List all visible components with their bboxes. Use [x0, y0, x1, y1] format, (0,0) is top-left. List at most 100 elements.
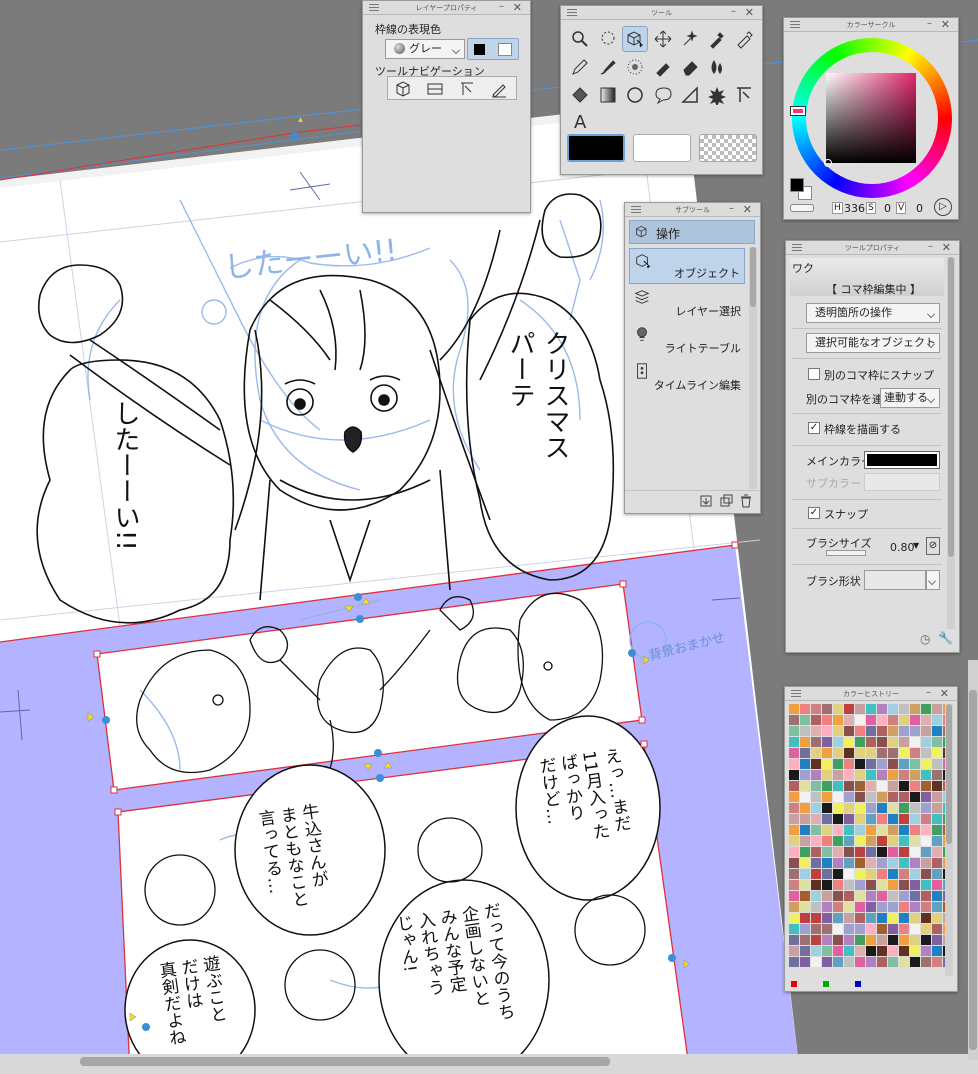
history-swatch[interactable]	[844, 814, 854, 824]
history-swatch[interactable]	[833, 869, 843, 879]
history-swatch[interactable]	[811, 957, 821, 967]
draw-frame-line-checkbox[interactable]: ✓	[808, 422, 820, 434]
fill-tool-icon[interactable]	[567, 82, 593, 108]
history-swatch[interactable]	[800, 946, 810, 956]
history-swatch[interactable]	[822, 935, 832, 945]
history-swatch[interactable]	[844, 803, 854, 813]
history-swatch[interactable]	[800, 836, 810, 846]
history-swatch[interactable]	[899, 770, 909, 780]
history-swatch[interactable]	[921, 924, 931, 934]
sub-color-swatch[interactable]	[633, 134, 691, 162]
history-swatch[interactable]	[932, 737, 942, 747]
pressure-toggle-icon[interactable]: ⊘	[926, 537, 940, 555]
history-swatch[interactable]	[855, 924, 865, 934]
close-icon[interactable]: ✕	[941, 18, 950, 31]
history-swatch[interactable]	[866, 825, 876, 835]
close-icon[interactable]: ✕	[743, 203, 752, 216]
history-swatch[interactable]	[888, 748, 898, 758]
black-color-chip[interactable]	[474, 44, 485, 55]
history-swatch[interactable]	[877, 836, 887, 846]
history-swatch[interactable]	[855, 781, 865, 791]
history-swatch[interactable]	[811, 913, 821, 923]
history-swatch[interactable]	[822, 836, 832, 846]
grip-icon[interactable]	[567, 9, 577, 16]
history-swatch[interactable]	[789, 726, 799, 736]
history-swatch[interactable]	[910, 891, 920, 901]
history-swatch[interactable]	[822, 891, 832, 901]
history-swatch[interactable]	[844, 913, 854, 923]
history-swatch[interactable]	[800, 913, 810, 923]
history-swatch[interactable]	[866, 814, 876, 824]
pen-tool-icon[interactable]	[731, 26, 757, 52]
white-color-chip[interactable]	[498, 43, 512, 56]
history-swatch[interactable]	[910, 946, 920, 956]
history-swatch[interactable]	[800, 847, 810, 857]
history-swatch[interactable]	[877, 781, 887, 791]
sub-tool-item-timeline[interactable]: タイムライン編集	[629, 359, 745, 395]
history-swatch[interactable]	[866, 770, 876, 780]
history-swatch[interactable]	[811, 715, 821, 725]
history-swatch[interactable]	[899, 814, 909, 824]
history-swatch[interactable]	[888, 902, 898, 912]
history-swatch[interactable]	[844, 770, 854, 780]
history-swatch[interactable]	[855, 715, 865, 725]
speed-line-tool-icon[interactable]	[704, 82, 730, 108]
history-swatch[interactable]	[877, 759, 887, 769]
pencil-tool-icon[interactable]	[567, 54, 593, 80]
history-swatch[interactable]	[800, 957, 810, 967]
history-swatch[interactable]	[822, 737, 832, 747]
history-swatch[interactable]	[800, 858, 810, 868]
history-swatch[interactable]	[866, 836, 876, 846]
history-swatch[interactable]	[844, 836, 854, 846]
history-swatch[interactable]	[888, 759, 898, 769]
history-swatch[interactable]	[921, 748, 931, 758]
history-swatch[interactable]	[899, 913, 909, 923]
history-swatch[interactable]	[844, 935, 854, 945]
history-swatch[interactable]	[811, 935, 821, 945]
history-swatch[interactable]	[789, 902, 799, 912]
history-swatch[interactable]	[866, 880, 876, 890]
history-swatch[interactable]	[833, 726, 843, 736]
history-swatch[interactable]	[899, 825, 909, 835]
history-swatch[interactable]	[899, 902, 909, 912]
history-swatch[interactable]	[789, 759, 799, 769]
history-swatch[interactable]	[877, 792, 887, 802]
history-swatch[interactable]	[866, 704, 876, 714]
history-swatch[interactable]	[888, 957, 898, 967]
history-swatch[interactable]	[888, 858, 898, 868]
history-swatch[interactable]	[899, 957, 909, 967]
history-swatch[interactable]	[833, 715, 843, 725]
history-swatch[interactable]	[822, 847, 832, 857]
history-swatch[interactable]	[877, 814, 887, 824]
history-swatch[interactable]	[822, 770, 832, 780]
history-swatch[interactable]	[800, 814, 810, 824]
history-swatch[interactable]	[800, 880, 810, 890]
history-swatch[interactable]	[822, 814, 832, 824]
history-swatch[interactable]	[800, 891, 810, 901]
history-swatch[interactable]	[855, 946, 865, 956]
history-swatch[interactable]	[833, 891, 843, 901]
transparent-toggle[interactable]	[790, 204, 814, 212]
pen-nav-icon[interactable]	[486, 76, 512, 102]
history-swatch[interactable]	[833, 880, 843, 890]
history-swatch[interactable]	[932, 913, 942, 923]
history-swatch[interactable]	[789, 880, 799, 890]
history-swatch[interactable]	[844, 759, 854, 769]
tool-property-scrollbar[interactable]	[947, 257, 955, 629]
history-swatch[interactable]	[910, 935, 920, 945]
history-swatch[interactable]	[910, 913, 920, 923]
history-swatch[interactable]	[811, 869, 821, 879]
history-swatch[interactable]	[811, 770, 821, 780]
gradient-tool-icon[interactable]	[595, 82, 621, 108]
history-swatch[interactable]	[800, 770, 810, 780]
history-swatch[interactable]	[844, 847, 854, 857]
history-swatch[interactable]	[811, 825, 821, 835]
history-swatch[interactable]	[910, 825, 920, 835]
transparent-color-swatch[interactable]	[699, 134, 757, 162]
history-swatch[interactable]	[811, 847, 821, 857]
history-swatch[interactable]	[844, 715, 854, 725]
history-swatch[interactable]	[844, 924, 854, 934]
history-swatch[interactable]	[855, 704, 865, 714]
history-swatch[interactable]	[800, 803, 810, 813]
history-swatch[interactable]	[789, 957, 799, 967]
